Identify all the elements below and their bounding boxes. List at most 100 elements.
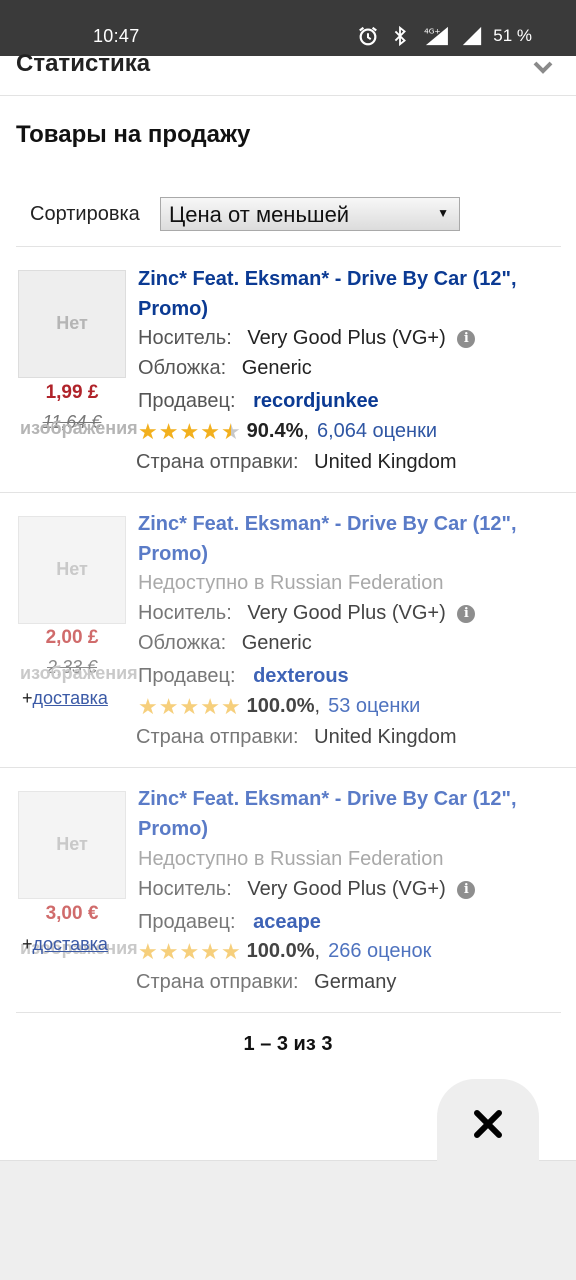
media-condition-row: Носитель: Very Good Plus (VG+) i: [138, 327, 476, 350]
media-value: Very Good Plus (VG+): [247, 327, 446, 349]
no-image-thumbnail[interactable]: Нет: [18, 270, 126, 378]
network-label: 4G+: [424, 26, 440, 35]
alarm-icon: [359, 26, 378, 46]
media-condition-row: Носитель: Very Good Plus (VG+) i: [138, 878, 476, 901]
sleeve-label: Обложка:: [138, 357, 227, 379]
status-bar: 10:47 4G+ 51 %: [0, 0, 576, 56]
media-label: Носитель:: [138, 878, 232, 900]
star-half-icon: ★: [220, 418, 241, 444]
listing-price: 1,99 £: [45, 382, 99, 403]
info-icon[interactable]: i: [457, 330, 476, 348]
dropdown-arrow-icon: ▼: [437, 206, 449, 220]
shipping-row: +доставка: [22, 934, 108, 955]
sleeve-condition-row: Обложка: Generic: [138, 632, 312, 655]
listing-price: 3,00 €: [45, 903, 99, 924]
statistics-header[interactable]: Статистика: [0, 50, 576, 96]
ratings-count-link[interactable]: 266 оценок: [328, 940, 431, 963]
signal-icon: 4G+: [424, 26, 449, 46]
sleeve-value: Generic: [241, 632, 312, 654]
rating-stars: ★ ★ ★ ★ ★: [138, 693, 241, 719]
no-image-thumbnail[interactable]: Нет: [18, 516, 126, 624]
close-icon[interactable]: [472, 1108, 504, 1140]
shipping-link[interactable]: доставка: [33, 934, 108, 954]
media-value: Very Good Plus (VG+): [247, 878, 446, 900]
star-icon: ★: [200, 938, 220, 964]
seller-link[interactable]: recordjunkee: [253, 390, 379, 412]
shipping-plus: +: [22, 934, 33, 954]
ships-from-value: Germany: [314, 971, 397, 993]
listing-title-link[interactable]: Zinc* Feat. Eksman* - Drive By Car (12",…: [138, 784, 538, 844]
sort-select[interactable]: Цена от меньшей ▼: [160, 197, 460, 231]
star-icon: ★: [179, 938, 200, 964]
sort-selected-value: Цена от меньшей: [169, 202, 350, 227]
seller-row: Продавец: aceape: [138, 911, 321, 934]
seller-label: Продавец:: [138, 665, 236, 687]
rating-percent: 100.0%: [246, 940, 315, 962]
seller-rating-row: ★ ★ ★ ★ ★ 100.0%, 266 оценок: [138, 938, 432, 964]
ratings-count-link[interactable]: 53 оценки: [328, 695, 420, 718]
star-icon: ★: [200, 418, 220, 444]
star-icon: ★: [179, 418, 200, 444]
bluetooth-icon: [395, 25, 407, 47]
rating-percent: 90.4%: [246, 420, 304, 442]
signal-icon-2: [463, 26, 482, 46]
divider: [0, 492, 576, 493]
star-icon: ★: [200, 693, 220, 719]
divider: [16, 1012, 561, 1013]
media-condition-row: Носитель: Very Good Plus (VG+) i: [138, 602, 476, 625]
star-icon: ★: [138, 418, 158, 444]
media-value: Very Good Plus (VG+): [247, 602, 446, 624]
listing-price: 2,00 £: [45, 627, 99, 648]
ships-from-row: Страна отправки: Germany: [136, 971, 396, 994]
rating-stars: ★ ★ ★ ★ ★: [138, 418, 241, 444]
seller-rating-row: ★ ★ ★ ★ ★ 90.4%, 6,064 оценки: [138, 418, 438, 444]
no-image-thumbnail[interactable]: Нет: [18, 791, 126, 899]
sleeve-condition-row: Обложка: Generic: [138, 357, 312, 380]
seller-row: Продавец: dexterous: [138, 665, 349, 688]
listing-title-link[interactable]: Zinc* Feat. Eksman* - Drive By Car (12",…: [138, 509, 538, 569]
shipping-plus: +: [22, 688, 33, 708]
shipping-link[interactable]: доставка: [33, 688, 108, 708]
section-title: Товары на продажу: [16, 121, 251, 148]
star-icon: ★: [158, 938, 179, 964]
chevron-down-icon[interactable]: [532, 58, 554, 76]
no-image-text-2: изображения: [20, 418, 138, 438]
seller-link[interactable]: aceape: [253, 911, 321, 933]
star-icon: ★: [220, 693, 241, 719]
status-time: 10:47: [93, 26, 140, 46]
star-icon: ★: [138, 938, 158, 964]
no-image-text: Нет: [56, 559, 88, 579]
ships-from-row: Страна отправки: United Kingdom: [136, 726, 456, 749]
star-icon: ★: [179, 693, 200, 719]
sleeve-value: Generic: [241, 357, 312, 379]
ratings-count-link[interactable]: 6,064 оценки: [317, 420, 437, 443]
divider: [16, 246, 561, 247]
info-icon[interactable]: i: [457, 881, 476, 899]
sleeve-label: Обложка:: [138, 632, 227, 654]
seller-label: Продавец:: [138, 390, 236, 412]
star-icon: ★: [220, 938, 241, 964]
no-image-text: Нет: [56, 834, 88, 854]
star-icon: ★: [158, 418, 179, 444]
info-icon[interactable]: i: [457, 605, 476, 623]
media-label: Носитель:: [138, 602, 232, 624]
seller-link[interactable]: dexterous: [253, 665, 349, 687]
rating-stars: ★ ★ ★ ★ ★: [138, 938, 241, 964]
star-icon: ★: [138, 693, 158, 719]
ships-from-value: United Kingdom: [314, 726, 457, 748]
statistics-title: Статистика: [16, 50, 151, 77]
unavailable-notice: Недоступно в Russian Federation: [138, 848, 444, 870]
ships-from-label: Страна отправки:: [136, 726, 299, 748]
ships-from-label: Страна отправки:: [136, 971, 299, 993]
sort-label: Сортировка: [30, 203, 140, 225]
rating-percent: 100.0%: [246, 695, 315, 717]
battery-percent: 51 %: [493, 26, 532, 45]
status-icons: 4G+ 51 %: [357, 25, 532, 47]
seller-label: Продавец:: [138, 911, 236, 933]
listing-title-link[interactable]: Zinc* Feat. Eksman* - Drive By Car (12",…: [138, 264, 538, 324]
no-image-text: Нет: [56, 313, 88, 333]
media-label: Носитель:: [138, 327, 232, 349]
ships-from-value: United Kingdom: [314, 451, 457, 473]
seller-rating-row: ★ ★ ★ ★ ★ 100.0%, 53 оценки: [138, 693, 421, 719]
pagination-summary: 1 – 3 из 3: [243, 1033, 333, 1055]
